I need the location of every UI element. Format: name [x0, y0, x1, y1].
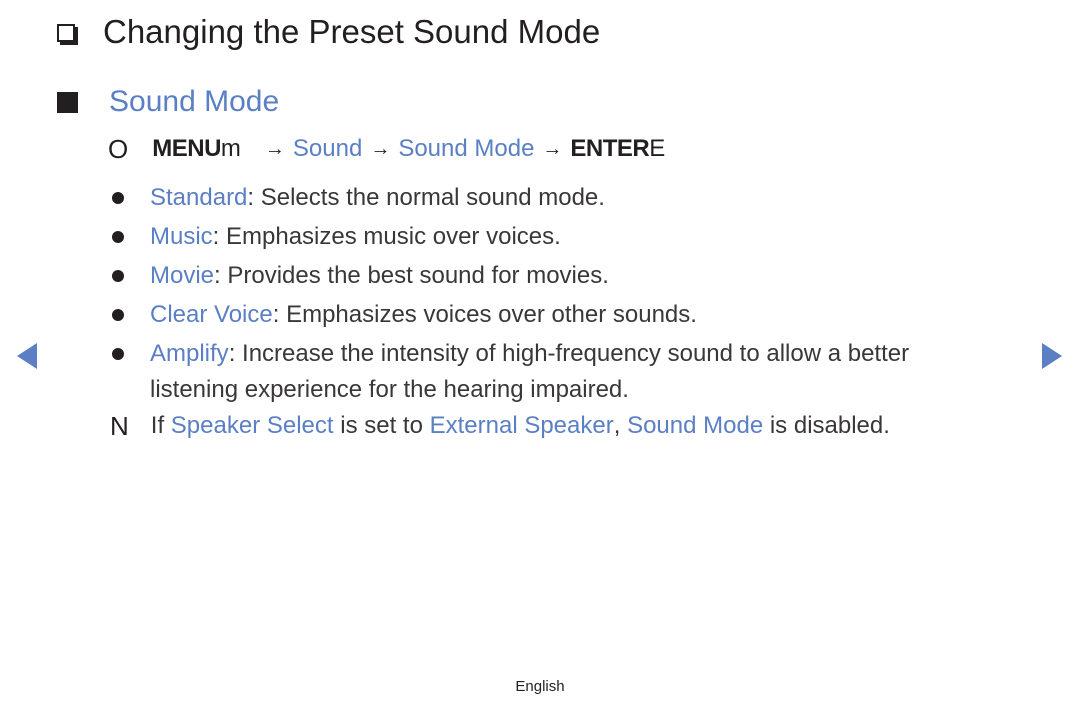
list-item: Standard: Selects the normal sound mode.: [110, 180, 909, 219]
bullet-icon: [112, 231, 124, 243]
bullet-icon: [112, 309, 124, 321]
option-description: : Emphasizes voices over other sounds.: [272, 301, 697, 328]
link-sound-mode[interactable]: Sound Mode: [627, 412, 763, 440]
option-list: Standard: Selects the normal sound mode.…: [110, 180, 909, 411]
enter-button-icon: E: [649, 135, 666, 162]
option-description: : Selects the normal sound mode.: [247, 184, 605, 211]
option-name[interactable]: Music: [150, 223, 213, 250]
option-name[interactable]: Standard: [150, 184, 247, 211]
menu-label: MENU: [152, 135, 221, 162]
triangle-left-icon[interactable]: [17, 343, 37, 369]
note-icon: N: [110, 410, 129, 441]
arrow-icon: →: [370, 137, 391, 160]
triangle-right-icon[interactable]: [1042, 343, 1062, 369]
arrow-icon: →: [542, 137, 563, 160]
bullet-icon: [112, 270, 124, 282]
checkbox-icon: [57, 24, 75, 42]
option-name[interactable]: Clear Voice: [150, 301, 273, 328]
path-step-sound[interactable]: Sound: [293, 135, 362, 163]
option-name[interactable]: Amplify: [150, 340, 229, 367]
option-description: : Increase the intensity of high-frequen…: [228, 340, 910, 367]
option-name[interactable]: Movie: [150, 262, 214, 289]
bullet-icon: [112, 192, 124, 204]
list-item: Amplify: Increase the intensity of high-…: [110, 336, 909, 375]
note-text: ,: [613, 412, 628, 439]
page-heading: Changing the Preset Sound Mode: [57, 10, 600, 54]
list-item: Movie: Provides the best sound for movie…: [110, 258, 909, 297]
list-item: Music: Emphasizes music over voices.: [110, 219, 909, 258]
option-description-continued: listening experience for the hearing imp…: [150, 376, 629, 403]
remote-button-icon: O: [108, 133, 129, 164]
section-heading: Sound Mode: [57, 82, 279, 122]
link-speaker-select[interactable]: Speaker Select: [171, 412, 334, 440]
menu-path: O MENU m → Sound → Sound Mode → ENTER E: [108, 132, 665, 166]
page-title: Changing the Preset Sound Mode: [103, 13, 601, 50]
bullet-icon: [112, 348, 124, 360]
arrow-icon: →: [264, 137, 285, 160]
enter-label: ENTER: [570, 135, 650, 162]
menu-button-icon: m: [220, 135, 241, 162]
footer-language: English: [515, 678, 565, 695]
option-description: : Emphasizes music over voices.: [212, 223, 561, 250]
note-text: If: [150, 412, 171, 439]
path-step-sound-mode[interactable]: Sound Mode: [398, 135, 534, 163]
option-description: : Provides the best sound for movies.: [214, 262, 609, 289]
section-title: Sound Mode: [109, 85, 280, 118]
note: N If Speaker Select is set to External S…: [110, 408, 890, 444]
list-item: Clear Voice: Emphasizes voices over othe…: [110, 297, 909, 336]
note-text: is set to: [333, 412, 430, 439]
square-bullet-icon: [57, 91, 78, 113]
note-text: is disabled.: [763, 412, 890, 439]
link-external-speaker[interactable]: External Speaker: [430, 412, 614, 440]
